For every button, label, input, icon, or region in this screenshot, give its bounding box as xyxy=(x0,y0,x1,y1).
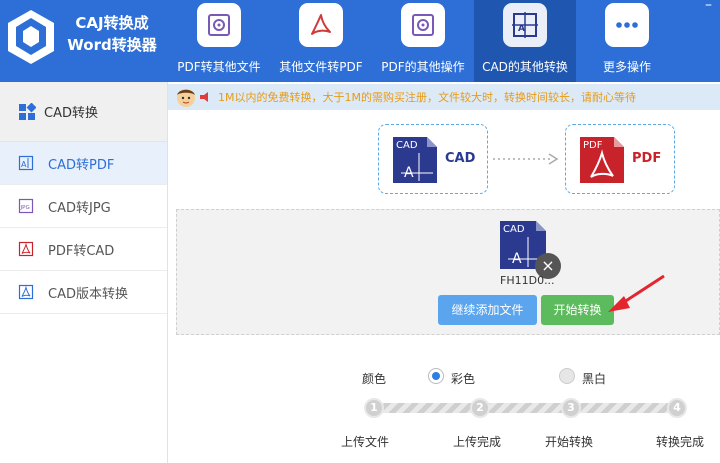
nav-label: PDF的其他操作 xyxy=(381,60,465,74)
svg-text:A: A xyxy=(512,251,522,267)
settings-doc-icon xyxy=(208,14,230,36)
svg-text:PDF: PDF xyxy=(583,140,603,151)
step-label-3: 开始转换 xyxy=(545,435,594,449)
svg-text:A: A xyxy=(404,165,414,181)
sidebar: CAD转换 A CAD转PDF JPG CAD转JPG PDF转CAD CAD版… xyxy=(0,82,168,463)
sidebar-item-label: CAD转PDF xyxy=(48,157,115,173)
file-name: FH11D0... xyxy=(500,274,555,287)
source-format-label: CAD xyxy=(445,151,476,166)
cad-file-icon: A xyxy=(18,155,34,171)
color-option-label: 颜色 xyxy=(362,372,387,386)
sidebar-item-cad-to-pdf[interactable]: A CAD转PDF xyxy=(0,142,167,185)
notice-text: 1M以内的免费转换，大于1M的需购买注册，文件较大时，转换时间较长，请耐心等待 xyxy=(218,91,636,104)
sidebar-item-pdf-to-cad[interactable]: PDF转CAD xyxy=(0,228,167,271)
svg-text:JPG: JPG xyxy=(20,205,30,211)
sidebar-header-label: CAD转换 xyxy=(44,106,98,121)
grid-icon xyxy=(19,102,36,120)
pdf-file-icon xyxy=(18,241,34,257)
color-radio[interactable] xyxy=(428,368,444,384)
more-dots-icon xyxy=(616,22,638,28)
app-title: CAJ转换成 Word转换器 xyxy=(62,12,162,56)
svg-text:CAD: CAD xyxy=(503,224,525,235)
app-title-line2: Word转换器 xyxy=(67,36,157,54)
jpg-file-icon: JPG xyxy=(18,198,34,214)
step-dot-3: 3 xyxy=(561,398,581,418)
progress-bar xyxy=(370,403,680,413)
color-radio-label: 彩色 xyxy=(451,372,476,386)
notice-bar: 1M以内的免费转换，大于1M的需购买注册，文件较大时，转换时间较长，请耐心等待 xyxy=(168,84,720,110)
nav-pdf-other-ops[interactable]: PDF的其他操作 xyxy=(372,0,474,82)
app-header: CAJ转换成 Word转换器 PDF转其他文件 其他文件转PDF PDF的其他操… xyxy=(0,0,720,82)
sidebar-header: CAD转换 xyxy=(0,82,167,142)
svg-text:CAD: CAD xyxy=(396,140,418,151)
target-format-label: PDF xyxy=(632,151,662,166)
step-label-2: 上传完成 xyxy=(453,435,502,449)
nav-label: 其他文件转PDF xyxy=(279,60,363,74)
settings-doc-icon xyxy=(412,14,434,36)
pointer-arrow-icon xyxy=(608,274,665,312)
svg-text:A: A xyxy=(21,160,27,169)
nav-pdf-to-other[interactable]: PDF转其他文件 xyxy=(168,0,270,82)
speaker-icon xyxy=(200,92,208,102)
nav-label: PDF转其他文件 xyxy=(177,60,261,74)
conversion-arrow-icon xyxy=(493,153,559,165)
app-title-line1: CAJ转换成 xyxy=(75,14,149,32)
source-format-box: CAD A CAD xyxy=(378,124,488,194)
sidebar-item-cad-version[interactable]: CAD版本转换 xyxy=(0,271,167,314)
sidebar-item-label: CAD转JPG xyxy=(48,200,111,216)
step-label-1: 上传文件 xyxy=(341,435,390,449)
sidebar-item-cad-to-jpg[interactable]: JPG CAD转JPG xyxy=(0,185,167,228)
bw-radio-label: 黑白 xyxy=(582,372,607,386)
svg-text:A: A xyxy=(518,24,525,34)
app-logo-icon xyxy=(8,10,54,64)
step-dot-2: 2 xyxy=(470,398,490,418)
step-label-4: 转换完成 xyxy=(656,435,705,449)
cad-icon: A xyxy=(512,12,538,38)
nav-other-to-pdf[interactable]: 其他文件转PDF xyxy=(270,0,372,82)
bw-radio[interactable] xyxy=(559,368,575,384)
nav-label: CAD的其他转换 xyxy=(482,60,568,74)
pdf-file-icon: PDF xyxy=(580,137,624,183)
add-files-button[interactable]: 继续添加文件 xyxy=(438,295,537,325)
pdf-file-icon xyxy=(18,284,34,300)
pdf-icon xyxy=(311,14,331,35)
sidebar-item-label: PDF转CAD xyxy=(48,243,115,259)
nav-cad-other[interactable]: A CAD的其他转换 xyxy=(474,0,576,82)
step-dot-1: 1 xyxy=(364,398,384,418)
minimize-button[interactable]: – xyxy=(705,0,712,12)
step-dot-4: 4 xyxy=(667,398,687,418)
target-format-box: PDF PDF xyxy=(565,124,675,194)
mascot-icon xyxy=(177,89,195,107)
top-nav: PDF转其他文件 其他文件转PDF PDF的其他操作 A CAD的其他转换 更多… xyxy=(168,0,678,82)
nav-label: 更多操作 xyxy=(602,60,651,74)
sidebar-item-label: CAD版本转换 xyxy=(48,286,128,302)
nav-more[interactable]: 更多操作 xyxy=(576,0,678,82)
cad-file-icon: CAD A xyxy=(393,137,437,183)
